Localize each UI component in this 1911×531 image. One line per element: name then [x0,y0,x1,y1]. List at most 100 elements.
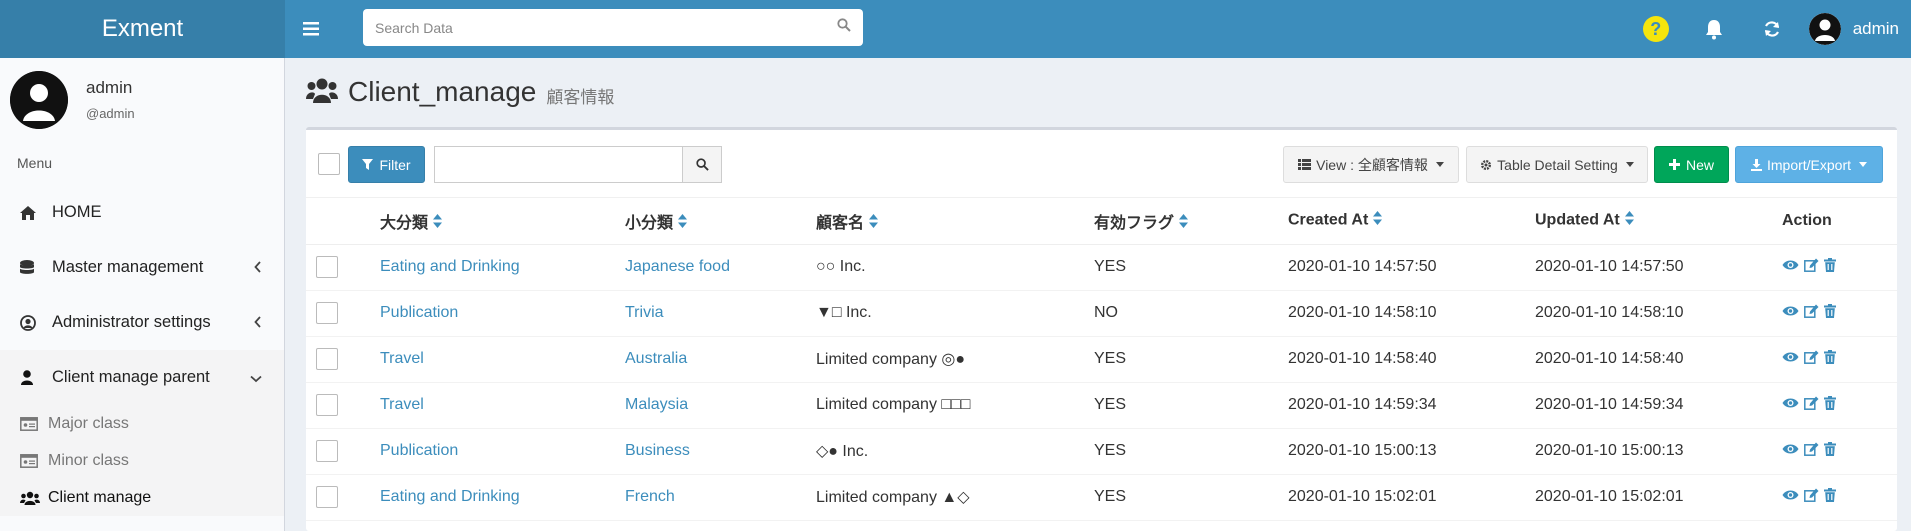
view-eye-icon[interactable] [1782,304,1799,322]
column-header-label: 有効フラグ [1094,214,1175,232]
column-header-label: Created At [1288,211,1369,229]
major-class-link[interactable]: Travel [380,350,424,367]
search-icon[interactable] [837,18,851,37]
edit-icon[interactable] [1804,258,1819,277]
sidebar-subitem-label: Client manage [48,488,152,506]
search-icon [695,158,709,171]
user-menu[interactable]: admin [1808,13,1899,45]
sidebar-item-home[interactable]: HOME [0,185,284,240]
valid-flag: YES [1094,258,1127,275]
table-detail-setting-button[interactable]: Table Detail Setting [1466,146,1648,183]
sidebar-item-client-manage[interactable]: Client manage [0,479,284,516]
sidebar-item-minor-class[interactable]: Minor class [0,442,284,479]
question-icon: ? [1642,16,1669,42]
table-body: Eating and Drinking Japanese food ○○ Inc… [306,244,1897,521]
new-button[interactable]: New [1654,146,1729,183]
sort-icon[interactable] [869,213,879,233]
sidebar-item-label: Administrator settings [52,313,211,331]
sort-icon[interactable] [1373,211,1383,230]
data-table: 大分類 小分類 顧客名 有効フラグ Created At Updated At … [306,198,1897,521]
row-checkbox[interactable] [316,348,338,370]
client-name: Limited company □□□ [816,396,971,413]
minor-class-link[interactable]: Australia [625,350,687,367]
refresh-icon [1764,21,1779,37]
sort-icon[interactable] [433,213,443,233]
sidebar-item-label: Master management [52,258,204,276]
trash-icon[interactable] [1824,303,1836,323]
row-checkbox[interactable] [316,256,338,278]
sidebar-item-major-class[interactable]: Major class [0,405,284,442]
caret-down-icon [1435,162,1444,167]
sidebar-user-handle: @admin [86,106,135,121]
sidebar-item-client-manage-parent[interactable]: Client manage parent [0,350,284,405]
sidebar-item-administrator-settings[interactable]: Administrator settings [0,295,284,350]
view-eye-icon[interactable] [1782,488,1799,506]
view-eye-icon[interactable] [1782,258,1799,276]
sort-icon[interactable] [1624,211,1634,230]
sidebar-item-master-management[interactable]: Master management [0,240,284,295]
filter-button[interactable]: Filter [348,146,425,183]
edit-icon[interactable] [1804,488,1819,507]
select-all-checkbox[interactable] [318,153,340,175]
view-eye-icon[interactable] [1782,442,1799,460]
minor-class-link[interactable]: Trivia [625,304,664,321]
search-data-input[interactable]: Search Data [363,9,863,46]
edit-icon[interactable] [1804,350,1819,369]
user-circle-icon [20,314,40,331]
view-eye-icon[interactable] [1782,350,1799,368]
minor-class-link[interactable]: Japanese food [625,258,730,275]
table-header-row: 大分類 小分類 顧客名 有効フラグ Created At Updated At … [306,198,1897,245]
grid-search-button[interactable] [682,146,722,183]
major-class-link[interactable]: Travel [380,396,424,413]
updated-at: 2020-01-10 14:57:50 [1535,258,1684,275]
users-icon [20,491,40,505]
sort-icon[interactable] [678,213,688,233]
trash-icon[interactable] [1824,395,1836,415]
column-header-major[interactable]: 大分類 [380,198,625,245]
home-icon [20,205,40,220]
row-checkbox[interactable] [316,440,338,462]
minor-class-link[interactable]: Business [625,442,690,459]
edit-icon[interactable] [1804,304,1819,323]
major-class-link[interactable]: Eating and Drinking [380,258,520,275]
major-class-link[interactable]: Eating and Drinking [380,488,520,505]
column-header-client-name[interactable]: 顧客名 [816,198,1094,245]
import-export-button[interactable]: Import/Export [1735,146,1883,183]
trash-icon[interactable] [1824,349,1836,369]
sidebar-toggle-icon[interactable] [285,0,337,58]
column-header-created-at[interactable]: Created At [1288,198,1535,245]
sort-icon[interactable] [1179,213,1189,233]
refresh-button[interactable] [1743,0,1801,58]
view-eye-icon[interactable] [1782,396,1799,414]
created-at: 2020-01-10 14:57:50 [1288,258,1437,275]
client-name: ◇● Inc. [816,443,869,460]
major-class-link[interactable]: Publication [380,442,458,459]
search-placeholder: Search Data [375,19,453,36]
edit-icon[interactable] [1804,442,1819,461]
chevron-left-icon [254,315,262,331]
row-checkbox[interactable] [316,486,338,508]
trash-icon[interactable] [1824,487,1836,507]
valid-flag: YES [1094,350,1127,367]
grid-search-input[interactable] [434,146,682,183]
column-header-updated-at[interactable]: Updated At [1535,198,1782,245]
view-dropdown-button[interactable]: View : 全顧客情報 [1283,146,1459,183]
trash-icon[interactable] [1824,441,1836,461]
sidebar-item-label: Client manage parent [52,368,210,386]
valid-flag: YES [1094,396,1127,413]
column-header-action: Action [1782,198,1897,245]
column-header-valid-flag[interactable]: 有効フラグ [1094,198,1288,245]
app-logo[interactable]: Exment [0,0,285,58]
trash-icon[interactable] [1824,257,1836,277]
created-at: 2020-01-10 14:58:40 [1288,350,1437,367]
notification-button[interactable] [1685,0,1743,58]
minor-class-link[interactable]: Malaysia [625,396,688,413]
major-class-link[interactable]: Publication [380,304,458,321]
minor-class-link[interactable]: French [625,488,675,505]
row-checkbox[interactable] [316,394,338,416]
row-checkbox[interactable] [316,302,338,324]
chevron-down-icon [250,370,262,386]
edit-icon[interactable] [1804,396,1819,415]
help-button[interactable]: ? [1627,0,1685,58]
column-header-minor[interactable]: 小分類 [625,198,816,245]
